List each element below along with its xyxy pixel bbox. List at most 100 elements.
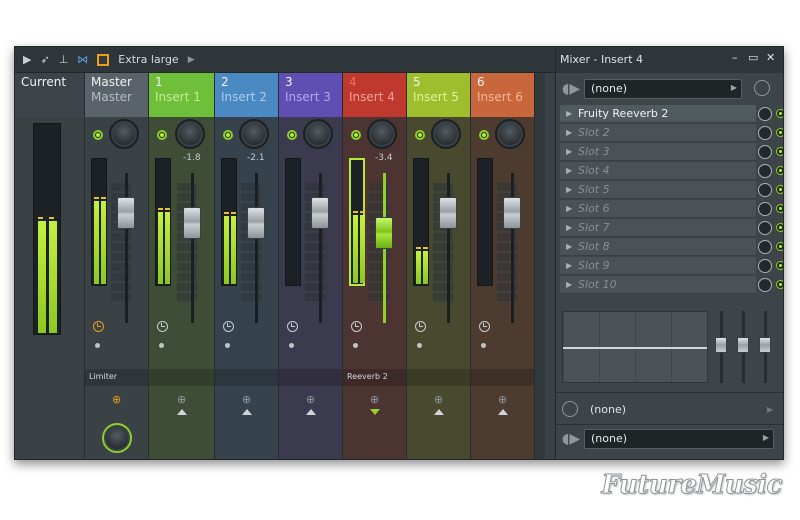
route-icon[interactable]: ⊕: [306, 393, 315, 406]
slot-enable-led-icon[interactable]: [776, 185, 783, 194]
mixer-strip-i4[interactable]: 4 Insert 4 -3.4 Reeverb 2 ⊕: [343, 73, 407, 459]
effect-slot-8[interactable]: ▶ Slot 8: [560, 238, 756, 256]
route-icon[interactable]: ⊕: [177, 393, 186, 406]
minimize-icon[interactable]: –: [732, 51, 738, 64]
route-icon[interactable]: ⊕: [112, 393, 121, 406]
mixer-strip-i1[interactable]: 1 Insert 1 -1.8 ⊕: [149, 73, 215, 459]
send-arrow-icon[interactable]: [370, 409, 380, 415]
latency-icon[interactable]: [562, 401, 578, 417]
effect-slot-10[interactable]: ▶ Slot 10: [560, 276, 756, 294]
pan-knob[interactable]: [367, 119, 397, 149]
slot-enable-led-icon[interactable]: [776, 128, 783, 137]
volume-fader[interactable]: [183, 207, 201, 239]
route-icon[interactable]: ⊕: [370, 393, 379, 406]
strip-header[interactable]: 5 Insert 5: [407, 73, 470, 117]
volume-fader[interactable]: [117, 197, 135, 229]
slot-enable-led-icon[interactable]: [776, 147, 783, 156]
send-arrow-icon[interactable]: [177, 409, 187, 415]
slot-mix-knob[interactable]: [758, 221, 772, 235]
bird-icon[interactable]: ➶: [40, 53, 49, 66]
latency-clock-icon[interactable]: [754, 80, 770, 96]
slot-mix-knob[interactable]: [758, 259, 772, 273]
slot-enable-led-icon[interactable]: [776, 280, 783, 289]
effect-slot-5[interactable]: ▶ Slot 5: [560, 181, 756, 199]
slot-mix-knob[interactable]: [758, 126, 772, 140]
mixer-strip-i5[interactable]: 5 Insert 5 ⊕: [407, 73, 471, 459]
strip-header[interactable]: Current: [15, 73, 84, 117]
mute-led-icon[interactable]: [223, 130, 233, 140]
slot-mix-knob[interactable]: [758, 278, 772, 292]
strip-header[interactable]: 6 Insert 6: [471, 73, 534, 117]
effect-slot-3[interactable]: ▶ Slot 3: [560, 143, 756, 161]
clock-icon[interactable]: [287, 321, 298, 332]
maximize-icon[interactable]: ▭: [748, 51, 758, 64]
send-arrow-icon[interactable]: [242, 409, 252, 415]
output-select[interactable]: (none) ▶: [584, 429, 774, 449]
strip-header[interactable]: Master Master: [85, 73, 148, 117]
route-icon[interactable]: ⊕: [242, 393, 251, 406]
mute-led-icon[interactable]: [93, 130, 103, 140]
clock-icon[interactable]: [415, 321, 426, 332]
volume-fader[interactable]: [375, 217, 393, 249]
eq-graph[interactable]: [562, 311, 708, 383]
close-icon[interactable]: ✕: [766, 51, 775, 64]
volume-fader[interactable]: [311, 197, 329, 229]
pan-knob[interactable]: [109, 119, 139, 149]
clock-icon[interactable]: [479, 321, 490, 332]
eq-band-1-fader[interactable]: [715, 337, 727, 353]
strip-header[interactable]: 1 Insert 1: [149, 73, 214, 117]
mute-led-icon[interactable]: [157, 130, 167, 140]
clock-icon[interactable]: [157, 321, 168, 332]
route-icon[interactable]: ⊕: [498, 393, 507, 406]
clock-icon[interactable]: [93, 321, 104, 332]
latency-value[interactable]: (none): [590, 403, 626, 416]
send-arrow-icon[interactable]: [498, 409, 508, 415]
effect-slot-9[interactable]: ▶ Slot 9: [560, 257, 756, 275]
pan-knob[interactable]: [239, 119, 269, 149]
send-arrow-icon[interactable]: [306, 409, 316, 415]
clock-icon[interactable]: [223, 321, 234, 332]
master-send-knob[interactable]: [102, 423, 132, 453]
eq-band-2-fader[interactable]: [737, 337, 749, 353]
strip-header[interactable]: 4 Insert 4: [343, 73, 406, 117]
layout-icon[interactable]: [97, 53, 110, 66]
slot-mix-knob[interactable]: [758, 202, 772, 216]
clock-icon[interactable]: [351, 321, 362, 332]
volume-fader[interactable]: [247, 207, 265, 239]
view-size-label[interactable]: Extra large: [118, 53, 178, 66]
pan-knob[interactable]: [495, 119, 525, 149]
slot-enable-led-icon[interactable]: [776, 242, 783, 251]
strip-header[interactable]: 3 Insert 3: [279, 73, 342, 117]
mixer-strip-i3[interactable]: 3 Insert 3 ⊕: [279, 73, 343, 459]
mixer-strip-i6[interactable]: 6 Insert 6 ⊕: [471, 73, 535, 459]
slot-enable-led-icon[interactable]: [776, 166, 783, 175]
pan-knob[interactable]: [431, 119, 461, 149]
slot-enable-led-icon[interactable]: [776, 109, 783, 118]
strip-header[interactable]: 2 Insert 2: [215, 73, 278, 117]
effect-slot-1[interactable]: ▶ Fruity Reeverb 2: [560, 105, 756, 123]
pin-icon[interactable]: ⊥: [59, 53, 69, 66]
mute-led-icon[interactable]: [351, 130, 361, 140]
slot-enable-led-icon[interactable]: [776, 261, 783, 270]
slot-mix-knob[interactable]: [758, 107, 772, 121]
eq-band-3-fader[interactable]: [759, 337, 771, 353]
slot-mix-knob[interactable]: [758, 183, 772, 197]
effect-slot-7[interactable]: ▶ Slot 7: [560, 219, 756, 237]
slot-mix-knob[interactable]: [758, 145, 772, 159]
volume-fader[interactable]: [439, 197, 457, 229]
mute-led-icon[interactable]: [479, 130, 489, 140]
slot-enable-led-icon[interactable]: [776, 223, 783, 232]
slot-mix-knob[interactable]: [758, 164, 772, 178]
mute-led-icon[interactable]: [287, 130, 297, 140]
wide-view-icon[interactable]: ⋈: [77, 53, 88, 66]
play-arrow-icon[interactable]: ▶: [23, 53, 31, 66]
route-icon[interactable]: ⊕: [434, 393, 443, 406]
effect-slot-2[interactable]: ▶ Slot 2: [560, 124, 756, 142]
pan-knob[interactable]: [303, 119, 333, 149]
effect-slot-6[interactable]: ▶ Slot 6: [560, 200, 756, 218]
slot-mix-knob[interactable]: [758, 240, 772, 254]
view-size-arrow-icon[interactable]: ▶: [188, 55, 195, 65]
input-select[interactable]: (none) ▶: [584, 79, 742, 99]
mixer-strip-i2[interactable]: 2 Insert 2 -2.1 ⊕: [215, 73, 279, 459]
mute-led-icon[interactable]: [415, 130, 425, 140]
